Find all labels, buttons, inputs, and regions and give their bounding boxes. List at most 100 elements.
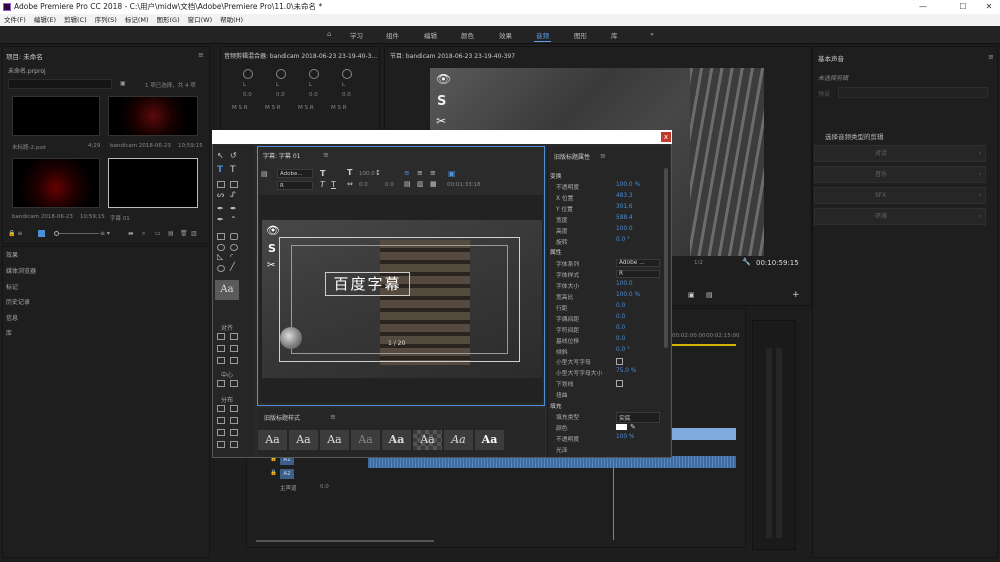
distribute-icon[interactable] (217, 429, 225, 436)
property-value[interactable]: 0.0 ° (616, 347, 630, 353)
tab-markers[interactable]: 标记 (6, 282, 18, 291)
property-value[interactable]: 实底 (616, 412, 660, 423)
dialog-close-button[interactable]: x (661, 132, 671, 142)
italic-icon[interactable]: T (320, 180, 325, 189)
clipped-rect-tool-icon[interactable] (230, 233, 238, 240)
tab-libraries[interactable]: 库 (6, 328, 12, 337)
property-label[interactable]: 变换 (550, 171, 562, 180)
timeline-scrollbar[interactable] (256, 540, 434, 542)
font-style-select[interactable]: R (277, 181, 313, 190)
align-top-icon[interactable] (230, 333, 238, 340)
wrench-icon[interactable]: 🔧 (742, 258, 751, 266)
leading-value[interactable]: 0.0 (385, 182, 394, 188)
tab-info[interactable]: 信息 (6, 313, 18, 322)
styles-title[interactable]: 旧版标题样式 (264, 413, 300, 422)
background-timecode[interactable]: 00:01:33:18 (447, 182, 481, 188)
music-button[interactable]: 音乐 › (814, 166, 986, 183)
distribute-icon[interactable] (230, 417, 238, 424)
title-text-box[interactable]: 百度字幕 (325, 272, 410, 296)
dialogue-button[interactable]: 对话 › (814, 145, 986, 162)
pan-knob[interactable] (309, 69, 319, 79)
vertical-type-tool-icon[interactable]: T (230, 165, 236, 175)
new-bin-icon[interactable]: ▣ (120, 80, 126, 87)
new-bin-icon[interactable]: ▭ (155, 230, 161, 237)
vertical-path-type-tool-icon[interactable]: ᔑ (230, 190, 236, 199)
lock-icon[interactable]: 🔒 (270, 470, 277, 476)
export-frame-icon[interactable]: ▣ (688, 291, 695, 299)
line-tool-icon[interactable]: ╱ (230, 262, 235, 271)
home-icon[interactable]: ⌂ (327, 30, 331, 38)
style-swatch[interactable]: Aa (444, 430, 473, 450)
ws-graphics[interactable]: 图形 (574, 30, 587, 40)
arc-tool-icon[interactable]: ◜ (230, 252, 233, 261)
menu-window[interactable]: 窗口(W) (184, 14, 217, 26)
ws-color[interactable]: 颜色 (461, 30, 474, 40)
area-type-tool-icon[interactable] (217, 181, 225, 188)
property-value[interactable]: 588.4 (616, 215, 633, 221)
menu-sequence[interactable]: 序列(S) (91, 14, 121, 26)
property-label[interactable]: 属性 (550, 247, 562, 256)
show-background-video-icon[interactable]: ▣ (448, 169, 456, 178)
style-swatch[interactable]: Aa (475, 430, 504, 450)
resolution-fraction[interactable]: 1/2 (694, 260, 703, 266)
distribute-icon[interactable] (217, 441, 225, 448)
zoom-slider-handle[interactable] (54, 231, 59, 236)
kerning-icon[interactable]: ⇔ (347, 180, 353, 188)
menu-help[interactable]: 帮助(H) (216, 14, 247, 26)
ellipse-tool-icon[interactable] (217, 265, 225, 272)
bold-icon[interactable]: T (320, 169, 325, 178)
menu-clip[interactable]: 剪辑(C) (60, 14, 91, 26)
align-bottom-icon[interactable] (230, 357, 238, 364)
add-button-icon[interactable]: + (792, 290, 800, 300)
track-a2-toggle[interactable]: A2 (280, 469, 294, 479)
new-item-icon[interactable]: ▤ (168, 230, 174, 237)
property-value[interactable]: 301.6 (616, 204, 633, 210)
type-tool-icon[interactable]: T (217, 165, 223, 175)
sort-icon[interactable]: ≡ ▾ (100, 230, 110, 237)
trash-icon[interactable]: 🗑 (180, 230, 188, 237)
rounded-rect-tool-icon[interactable] (217, 244, 225, 251)
property-value[interactable]: R (616, 270, 660, 278)
minimize-icon[interactable]: — (908, 0, 938, 14)
kerning-value[interactable]: 0.0 (359, 182, 368, 188)
delete-anchor-icon[interactable]: ✒ (230, 204, 237, 213)
property-checkbox[interactable] (616, 380, 623, 387)
align-center-text-icon[interactable]: ≡ (417, 169, 423, 177)
props-scrollbar[interactable] (664, 168, 668, 348)
style-swatch[interactable]: Aa (351, 430, 380, 450)
rectangle-tool-icon[interactable] (217, 233, 225, 240)
vertical-area-type-tool-icon[interactable] (230, 181, 238, 188)
distribute-icon[interactable] (217, 417, 225, 424)
ws-audio[interactable]: 音频 (534, 30, 551, 42)
more-workspaces-icon[interactable]: » (650, 30, 654, 38)
add-anchor-icon[interactable]: ✒ (217, 215, 224, 224)
property-value[interactable]: 75.0 % (616, 368, 636, 374)
master-volume[interactable]: 0.0 (320, 484, 329, 490)
lock-icon[interactable]: 🔒 ≡ (8, 230, 34, 237)
center-horizontal-icon[interactable] (217, 380, 225, 387)
thumb-psd[interactable] (12, 96, 100, 136)
work-area-bar[interactable] (672, 344, 736, 346)
title-tab[interactable]: 字幕: 字幕 01 (263, 151, 300, 160)
panel-menu-icon[interactable]: ≡ (198, 51, 204, 59)
ws-libraries[interactable]: 库 (611, 30, 618, 40)
panel-menu-icon[interactable]: ≡ (600, 152, 606, 160)
property-value[interactable]: 0.0 (616, 303, 625, 309)
compare-icon[interactable]: ▤ (706, 291, 713, 299)
pen-tool-icon[interactable]: ✒ (217, 204, 224, 213)
thumb-bandicam-1[interactable] (108, 96, 198, 136)
rotate-tool-icon[interactable]: ↺ (230, 151, 237, 160)
project-title[interactable]: 项目: 未命名 (6, 51, 43, 61)
thumb-title-01[interactable] (108, 158, 198, 208)
underline-icon[interactable]: T (331, 180, 336, 189)
style-swatch[interactable]: Aa (289, 430, 318, 450)
tab-media-browser[interactable]: 媒体浏览器 (6, 266, 36, 275)
path-type-tool-icon[interactable]: ᔕ (217, 190, 224, 199)
menu-graphics[interactable]: 图形(G) (153, 14, 184, 26)
selection-tool-icon[interactable]: ↖ (217, 151, 224, 160)
pan-knob[interactable] (342, 69, 352, 79)
video-clip[interactable] (672, 428, 736, 440)
center-vertical-icon[interactable] (230, 380, 238, 387)
project-search-input[interactable] (8, 79, 112, 89)
roll-crawl-icon[interactable]: ▥ (417, 180, 424, 188)
